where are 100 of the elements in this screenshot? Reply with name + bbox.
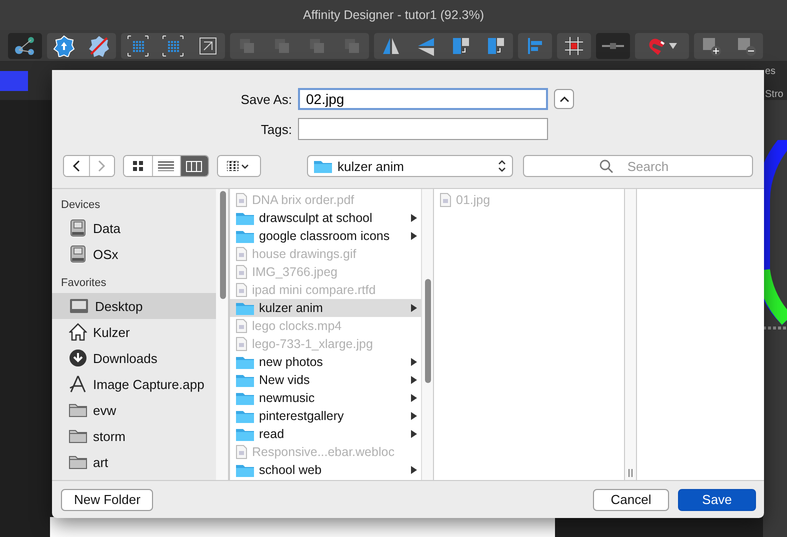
chevron-right-icon	[411, 304, 417, 312]
sidebar-item[interactable]: Desktop	[52, 293, 216, 319]
chevron-up-icon	[560, 96, 568, 102]
panel-tab-label: es	[765, 66, 777, 77]
chevron-right-icon	[411, 466, 417, 474]
up-icon	[53, 34, 75, 56]
file-name: read	[259, 427, 286, 441]
folder-icon	[69, 455, 87, 469]
folder-row[interactable]: read	[230, 425, 421, 443]
desktop-icon	[69, 298, 89, 314]
folder-row[interactable]: pinterestgallery	[230, 407, 421, 425]
color-swatch[interactable]	[0, 71, 28, 91]
window-title: Affinity Designer - tutor1 (92.3%)	[302, 8, 484, 22]
column-resize-handle[interactable]	[624, 189, 636, 480]
sidebar-item[interactable]: evw	[52, 397, 216, 423]
folder-icon	[69, 403, 87, 417]
document-icon	[236, 445, 247, 459]
chevron-right-icon	[411, 214, 417, 222]
file-name: 01.jpg	[456, 193, 492, 207]
dialog-button[interactable]: New Folder	[61, 488, 154, 510]
sidebar-item[interactable]: OSx	[52, 241, 216, 267]
tags-field[interactable]	[298, 118, 548, 140]
chevron-right-icon	[98, 160, 106, 172]
folder-row[interactable]: New vids	[230, 371, 421, 389]
grip-icon	[628, 469, 633, 477]
file-name: ipad mini compare.rtfd	[252, 283, 377, 297]
document-icon	[236, 193, 247, 207]
snapgrid-icon	[563, 34, 585, 56]
chevron-left-icon	[72, 160, 80, 172]
list-view-icon	[158, 161, 174, 171]
transform-icon	[197, 34, 219, 56]
sidebar-item[interactable]: storm	[52, 423, 216, 449]
drive-icon	[69, 245, 87, 263]
folder-icon	[236, 427, 254, 441]
file-name: new photos	[259, 355, 324, 369]
file-name: house drawings.gif	[252, 247, 358, 261]
chevron-right-icon	[411, 394, 417, 402]
file-name: kulzer anim	[259, 301, 324, 315]
document-icon	[236, 265, 247, 279]
folder-row[interactable]: drawsculpt at school	[230, 209, 421, 227]
folder-icon	[236, 391, 254, 405]
file-name: lego clocks.mp4	[252, 319, 343, 333]
sidebar-heading: Favorites	[60, 276, 108, 291]
search-field[interactable]: Search	[523, 155, 753, 177]
grid-icon	[162, 34, 184, 56]
share-icon	[14, 34, 36, 56]
folder-row[interactable]: new photos	[230, 353, 421, 371]
sidebar-item[interactable]: art	[52, 449, 216, 475]
folder-icon	[236, 229, 254, 243]
scrollbar[interactable]	[421, 189, 433, 480]
drive-icon	[69, 219, 87, 237]
folder-icon	[236, 463, 254, 477]
scrollbar[interactable]	[216, 189, 228, 480]
folder-row[interactable]: newmusic	[230, 389, 421, 407]
download-icon	[69, 349, 87, 367]
document-icon	[236, 247, 247, 261]
file-name: school web	[259, 463, 323, 477]
grid-icon	[127, 34, 149, 56]
sidebar-item[interactable]: Image Capture.app	[52, 371, 216, 397]
save-as-field[interactable]: 02.jpg	[298, 88, 548, 110]
save-button[interactable]: Save	[678, 488, 756, 510]
file-name: google classroom icons	[259, 229, 391, 243]
folder-icon	[314, 159, 332, 173]
folder-icon	[236, 409, 254, 423]
up-down-chevron-icon	[498, 159, 506, 173]
folder-row[interactable]: kulzer anim	[230, 299, 421, 317]
document-icon	[440, 193, 451, 207]
collapse-button[interactable]	[554, 89, 574, 109]
folder-icon	[69, 429, 87, 443]
tags-label: Tags:	[260, 122, 292, 136]
file-name: drawsculpt at school	[259, 211, 374, 225]
chevron-right-icon	[411, 376, 417, 384]
chevron-right-icon	[411, 412, 417, 420]
sidebar-item[interactable]: Data	[52, 215, 216, 241]
location-popup[interactable]: kulzer anim	[306, 155, 513, 177]
file-name: New vids	[259, 373, 311, 387]
folder-icon	[236, 211, 254, 225]
file-name: DNA brix order.pdf	[252, 193, 356, 207]
chevron-right-icon	[411, 232, 417, 240]
chevron-right-icon	[411, 430, 417, 438]
save-as-label: Save As:	[240, 92, 292, 106]
arrange-button[interactable]	[216, 155, 261, 177]
arrange-grid-icon	[226, 161, 251, 171]
folder-icon	[236, 355, 254, 369]
line-icon	[602, 42, 624, 50]
panel-tab-label: Stro	[765, 89, 784, 100]
view-mode-button[interactable]	[180, 156, 208, 176]
file-name: Responsive...ebar.webloc	[252, 445, 396, 459]
icon-view-icon	[132, 161, 143, 171]
dialog-button[interactable]: Cancel	[593, 488, 669, 510]
caret-down-icon	[669, 42, 677, 48]
folder-row[interactable]: google classroom icons	[230, 227, 421, 245]
sidebar-heading: Devices	[60, 198, 102, 213]
document-icon	[236, 319, 247, 333]
document-icon	[236, 337, 247, 351]
sidebar-item[interactable]: Kulzer	[52, 319, 216, 345]
sidebar-item[interactable]: Downloads	[52, 345, 216, 371]
folder-row[interactable]: school web	[230, 461, 421, 479]
file-name: lego-733-1_xlarge.jpg	[252, 337, 374, 351]
chevron-right-icon	[411, 358, 417, 366]
